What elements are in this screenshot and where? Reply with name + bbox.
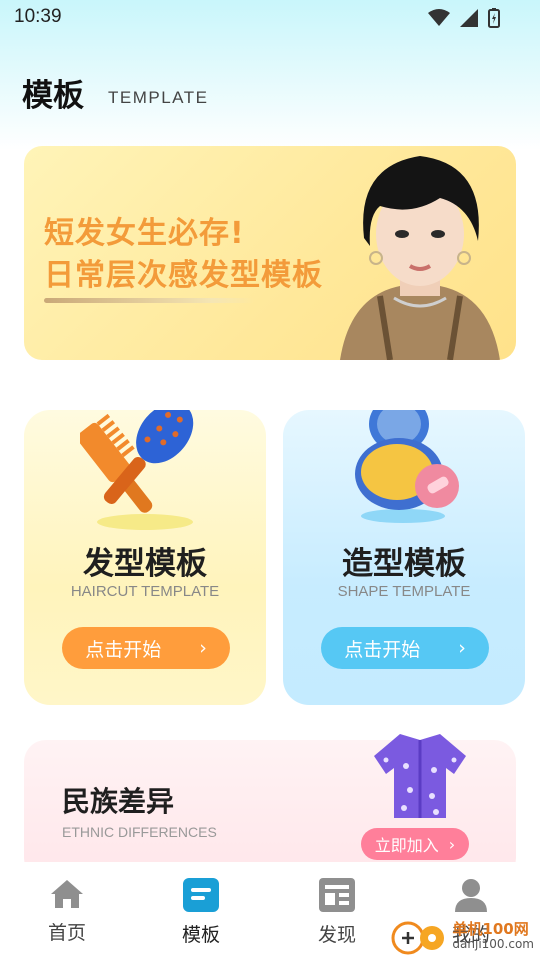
signal-icon	[460, 9, 478, 27]
chevron-right-icon: ›	[448, 834, 456, 854]
hero-line-1: 短发女生必存!	[44, 216, 245, 251]
watermark-text: 单机100网 danji100.com	[452, 919, 534, 951]
ethnic-card-title: 民族差异	[62, 785, 175, 818]
nav-home-label: 首页	[47, 922, 86, 944]
nav-discover-label: 发现	[317, 924, 356, 946]
shape-card-title: 造型模板	[342, 546, 466, 582]
shape-start-label: 点击开始	[344, 638, 421, 661]
haircut-card-title: 发型模板	[83, 546, 207, 582]
discover-icon	[319, 878, 355, 912]
profile-icon	[455, 879, 487, 912]
ethnic-differences-card[interactable]: 民族差异 ETHNIC DIFFERENCES 立即加入 ›	[24, 734, 516, 880]
chevron-right-icon: ›	[458, 637, 466, 659]
haircut-start-label: 点击开始	[85, 638, 162, 661]
haircut-start-button[interactable]: 点击开始 ›	[62, 627, 230, 669]
template-icon	[183, 878, 219, 912]
hero-portrait-image	[340, 156, 500, 360]
status-time: 10:39	[14, 6, 62, 27]
ethnic-shirt-icon	[374, 734, 466, 818]
watermark-brand: 单机100网	[452, 919, 529, 938]
hero-line-2: 日常层次感发型模板	[44, 258, 323, 293]
haircut-template-card[interactable]: 发型模板 HAIRCUT TEMPLATE 点击开始 ›	[24, 410, 266, 705]
shape-template-card[interactable]: 造型模板 SHAPE TEMPLATE 点击开始 ›	[283, 410, 525, 705]
compact-powder-icon	[355, 410, 459, 523]
hero-underline	[44, 298, 254, 303]
nav-template-label: 模板	[181, 924, 220, 946]
nav-discover[interactable]: 发现	[287, 878, 387, 947]
page-title: 模板	[22, 78, 84, 114]
wifi-icon	[428, 9, 450, 26]
join-now-label: 立即加入	[374, 836, 439, 855]
join-now-button[interactable]: 立即加入 ›	[361, 828, 469, 860]
battery-icon	[488, 8, 500, 28]
haircut-card-subtitle: HAIRCUT TEMPLATE	[70, 583, 220, 600]
chevron-right-icon: ›	[199, 637, 207, 659]
hero-banner[interactable]: 短发女生必存! 日常层次感发型模板	[24, 146, 516, 360]
shape-start-button[interactable]: 点击开始 ›	[321, 627, 489, 669]
nav-home[interactable]: 首页	[17, 878, 117, 945]
shape-card-subtitle: SHAPE TEMPLATE	[337, 583, 471, 600]
nav-template[interactable]: 模板	[151, 878, 251, 947]
watermark-logo	[391, 921, 445, 955]
site-watermark: 单机100网 danji100.com	[390, 916, 534, 956]
ethnic-card-subtitle: ETHNIC DIFFERENCES	[62, 824, 217, 840]
comb-brush-icon	[80, 410, 194, 530]
page-subtitle: TEMPLATE	[108, 88, 209, 107]
home-icon	[51, 880, 83, 908]
watermark-site: danji100.com	[452, 936, 534, 951]
status-icons	[428, 8, 500, 28]
